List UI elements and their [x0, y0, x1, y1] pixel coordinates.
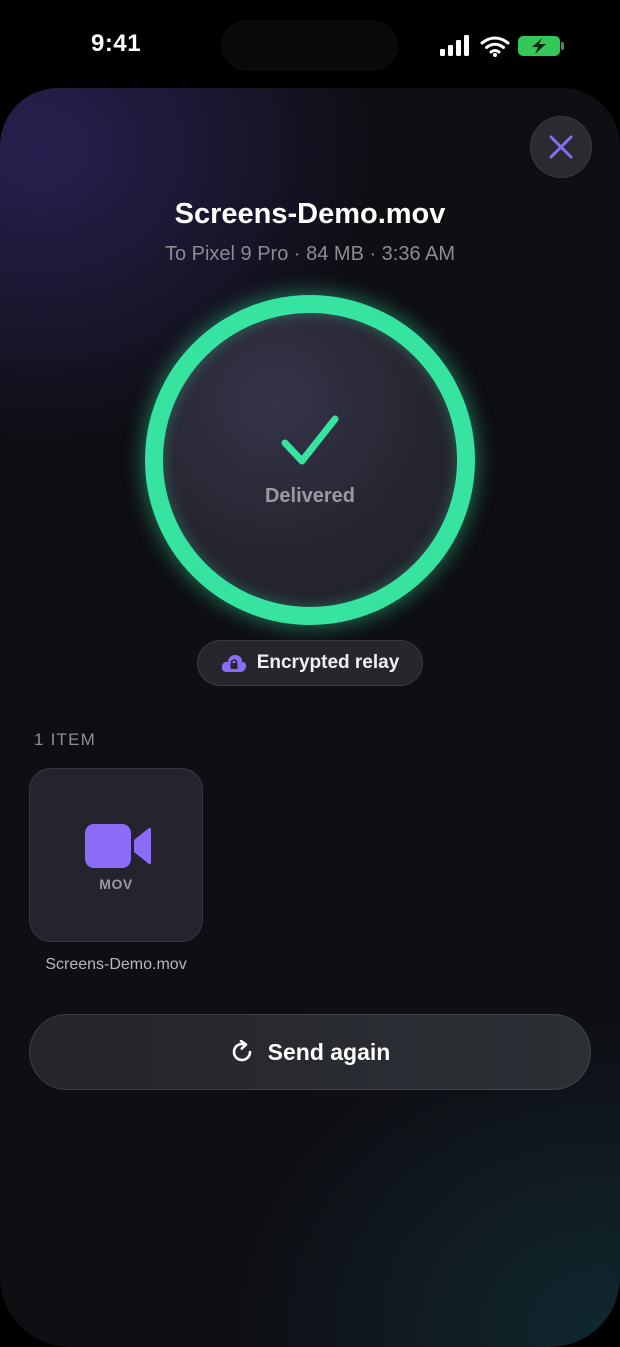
send-again-button[interactable]: Send again	[29, 1014, 591, 1090]
status-icons	[438, 34, 568, 58]
lock-cloud-icon	[221, 655, 246, 672]
transfer-sheet: Screens-Demo.mov To Pixel 9 Pro · 84 MB …	[0, 88, 620, 1347]
file-name-label: Screens-Demo.mov	[45, 956, 187, 973]
items-count-label: 1 ITEM	[34, 730, 96, 749]
file-title: Screens-Demo.mov	[174, 198, 446, 230]
encrypted-relay-badge: Encrypted relay	[197, 640, 423, 686]
refresh-icon	[232, 1040, 251, 1062]
cellular-signal-icon	[440, 35, 469, 56]
wifi-icon	[480, 36, 510, 54]
battery-charging-icon	[518, 36, 564, 56]
close-icon	[549, 135, 573, 159]
relay-label: Encrypted relay	[256, 652, 400, 673]
close-button[interactable]	[530, 116, 592, 178]
file-tile[interactable]: MOV	[29, 768, 203, 942]
progress-ring: Delivered	[145, 295, 475, 625]
video-camera-icon	[85, 824, 151, 868]
send-again-label: Send again	[267, 1038, 391, 1065]
dynamic-island	[221, 20, 398, 71]
status-bar: 9:41	[0, 0, 620, 90]
status-time: 9:41	[91, 30, 142, 57]
file-type-label: MOV	[99, 876, 133, 892]
checkmark-icon	[281, 415, 339, 465]
status-label: Delivered	[264, 485, 356, 507]
transfer-details: To Pixel 9 Pro · 84 MB · 3:36 AM	[164, 243, 456, 265]
